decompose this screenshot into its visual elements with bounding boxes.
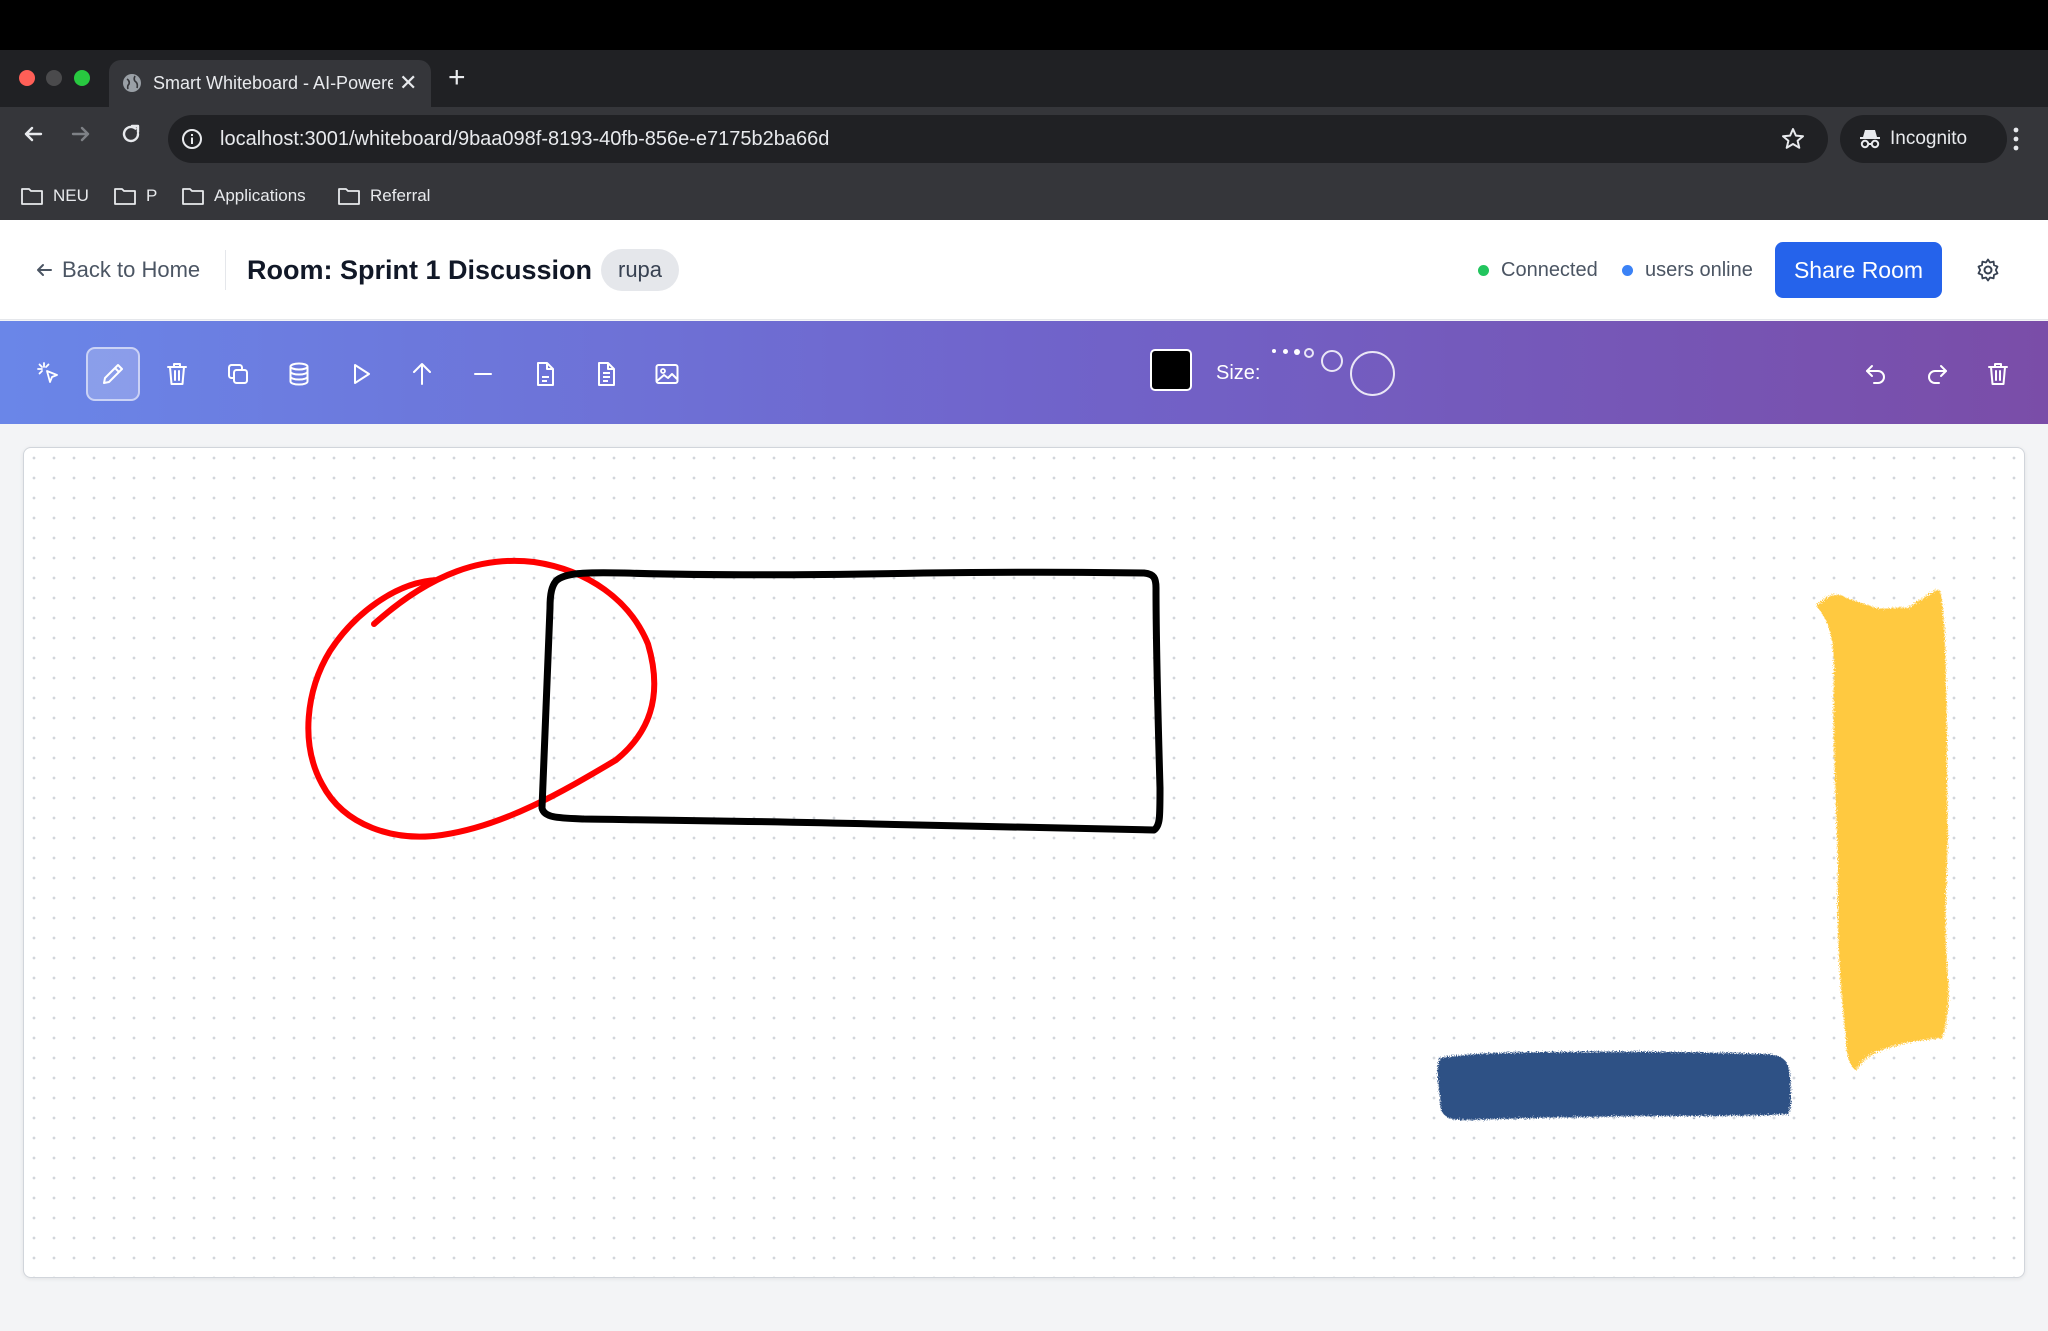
browser-tab[interactable]: Smart Whiteboard - AI-Powered ✕ bbox=[109, 60, 431, 107]
database-icon bbox=[289, 362, 309, 386]
clear-canvas-button[interactable] bbox=[1971, 347, 2025, 401]
document-tool[interactable] bbox=[518, 347, 572, 401]
line-tool[interactable] bbox=[456, 347, 510, 401]
users-dot bbox=[1622, 264, 1633, 276]
image-tool[interactable] bbox=[640, 347, 694, 401]
color-picker[interactable] bbox=[1150, 349, 1192, 391]
size-option-xl[interactable] bbox=[1321, 350, 1343, 372]
app-header: Back to Home Room: Sprint 1 Discussion r… bbox=[0, 220, 2048, 320]
pencil-icon bbox=[103, 364, 123, 384]
image-icon bbox=[655, 364, 679, 384]
ai-select-icon bbox=[37, 362, 58, 383]
settings-gear-icon[interactable] bbox=[1975, 257, 2001, 288]
room-title: Room: Sprint 1 Discussion bbox=[247, 255, 593, 285]
new-tab-button[interactable]: + bbox=[448, 62, 466, 94]
redo-button[interactable] bbox=[1910, 347, 1964, 401]
folder-icon bbox=[338, 188, 360, 205]
yellow-brush-stroke[interactable] bbox=[1816, 589, 1949, 1070]
text-document-tool[interactable] bbox=[579, 347, 633, 401]
blue-brush-stroke[interactable] bbox=[1437, 1051, 1791, 1120]
arrow-left-icon bbox=[37, 264, 52, 276]
browser-nav-bar: localhost:3001/whiteboard/9baa098f-8193-… bbox=[0, 107, 2048, 170]
folder-icon bbox=[182, 188, 204, 205]
browser-tab-strip: Smart Whiteboard - AI-Powered ✕ + bbox=[0, 50, 2048, 107]
size-option-l[interactable] bbox=[1304, 348, 1314, 358]
incognito-label: Incognito bbox=[1890, 128, 1968, 149]
url-text[interactable]: localhost:3001/whiteboard/9baa098f-8193-… bbox=[220, 126, 829, 152]
tab-title: Smart Whiteboard - AI-Powered bbox=[153, 73, 393, 93]
back-label: Back to Home bbox=[62, 257, 201, 282]
text-document-icon bbox=[598, 362, 615, 386]
database-tool[interactable] bbox=[272, 347, 326, 401]
clear-canvas-icon bbox=[1988, 363, 2008, 385]
drawing-layer bbox=[305, 557, 1949, 1120]
bookmark-star-icon[interactable] bbox=[1780, 126, 1806, 157]
whiteboard-canvas[interactable] bbox=[23, 447, 2025, 1278]
undo-button[interactable] bbox=[1849, 347, 1903, 401]
back-arrow-icon[interactable] bbox=[20, 121, 46, 152]
window-minimize-button[interactable] bbox=[46, 70, 62, 86]
size-option-xs[interactable] bbox=[1272, 349, 1276, 353]
connected-dot bbox=[1478, 264, 1489, 276]
window-maximize-button[interactable] bbox=[74, 70, 90, 86]
site-info-icon[interactable] bbox=[180, 127, 204, 156]
header-divider bbox=[225, 250, 226, 290]
line-icon bbox=[474, 373, 492, 375]
folder-icon bbox=[114, 188, 136, 205]
back-to-home-link[interactable]: Back to Home bbox=[34, 256, 200, 284]
eraser-tool[interactable] bbox=[150, 347, 204, 401]
incognito-indicator[interactable]: Incognito bbox=[1840, 115, 2007, 163]
size-option-m[interactable] bbox=[1294, 349, 1300, 355]
incognito-icon bbox=[1858, 128, 1882, 155]
red-circle-stroke[interactable] bbox=[305, 557, 658, 840]
copy-tool[interactable] bbox=[211, 347, 265, 401]
copy-icon bbox=[228, 364, 248, 384]
bookmark-label: P bbox=[146, 186, 158, 205]
play-icon bbox=[354, 364, 370, 384]
bookmark-folder-referral[interactable]: Referral bbox=[337, 184, 430, 208]
black-rectangle-stroke[interactable] bbox=[538, 568, 1164, 834]
bookmark-folder-p[interactable]: P bbox=[113, 184, 157, 208]
users-online-label: users online bbox=[1645, 259, 1753, 281]
reload-icon[interactable] bbox=[118, 121, 144, 152]
bookmark-label: Referral bbox=[370, 186, 431, 205]
bookmark-label: NEU bbox=[53, 186, 89, 205]
size-option-xxl[interactable] bbox=[1350, 351, 1395, 396]
ai-select-tool[interactable] bbox=[22, 347, 76, 401]
folder-icon bbox=[21, 188, 43, 205]
forward-arrow-icon[interactable] bbox=[68, 121, 94, 152]
arrow-up-icon bbox=[413, 363, 431, 385]
play-tool[interactable] bbox=[334, 347, 388, 401]
size-label: Size: bbox=[1216, 362, 1261, 384]
redo-icon bbox=[1928, 365, 1947, 384]
pencil-tool[interactable] bbox=[86, 347, 140, 401]
bookmark-folder-applications[interactable]: Applications bbox=[181, 184, 306, 208]
size-option-s[interactable] bbox=[1283, 349, 1288, 354]
bookmarks-bar: NEU P Applications Referral bbox=[0, 170, 2048, 220]
undo-icon bbox=[1866, 365, 1885, 384]
address-bar[interactable]: localhost:3001/whiteboard/9baa098f-8193-… bbox=[168, 115, 1828, 163]
drawing-toolbar: Size: bbox=[0, 321, 2048, 424]
bookmark-folder-neu[interactable]: NEU bbox=[20, 184, 89, 208]
tab-close-icon[interactable]: ✕ bbox=[399, 71, 417, 95]
document-icon bbox=[537, 362, 554, 386]
globe-icon bbox=[121, 72, 143, 99]
connection-status: Connected bbox=[1478, 258, 1598, 282]
user-badge: rupa bbox=[601, 249, 680, 291]
arrow-tool[interactable] bbox=[395, 347, 449, 401]
bookmark-label: Applications bbox=[214, 186, 306, 205]
connected-label: Connected bbox=[1501, 259, 1598, 281]
screen-top-bar bbox=[0, 0, 2048, 50]
share-room-button[interactable]: Share Room bbox=[1775, 242, 1942, 298]
eraser-icon bbox=[167, 363, 187, 385]
users-online-status: users online bbox=[1622, 258, 1753, 282]
window-close-button[interactable] bbox=[19, 70, 35, 86]
browser-menu-icon[interactable] bbox=[2010, 125, 2022, 158]
